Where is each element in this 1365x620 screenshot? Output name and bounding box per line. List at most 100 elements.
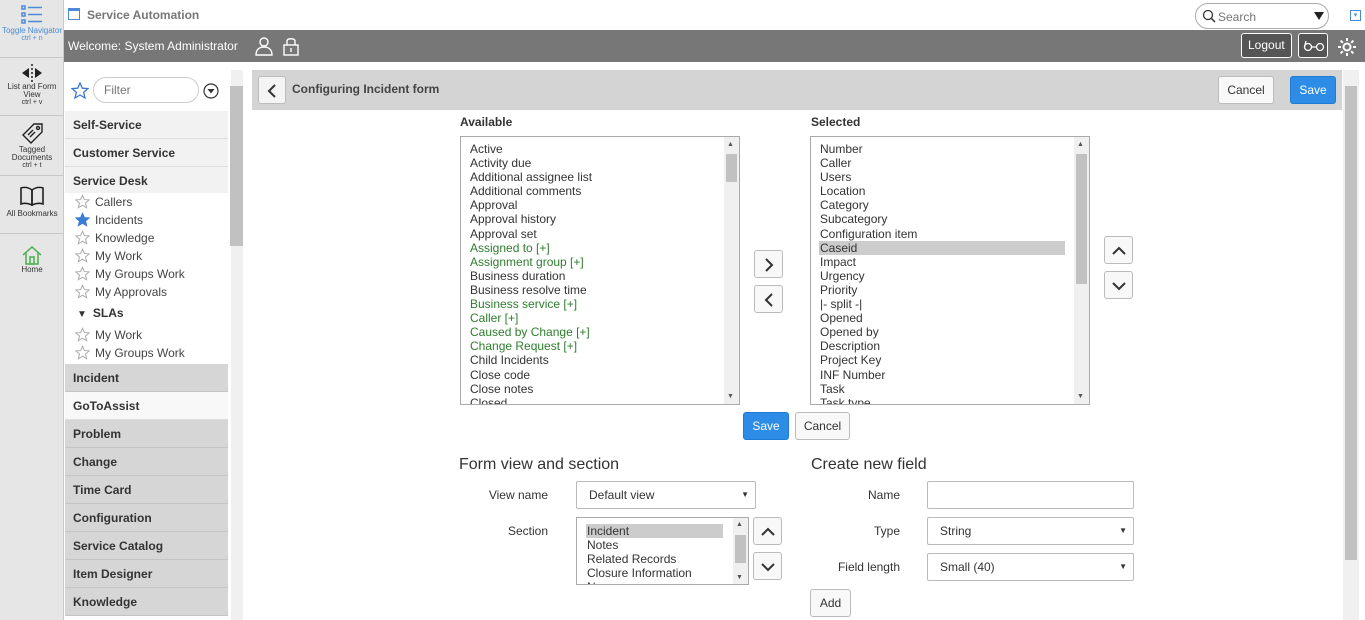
- nav-section-gotoassist[interactable]: GoToAssist: [65, 392, 228, 420]
- main-scrollbar-thumb[interactable]: [1345, 86, 1357, 560]
- chevron-down-icon[interactable]: [1314, 12, 1324, 20]
- list-option[interactable]: Task type: [820, 396, 1065, 404]
- scrollbar-thumb[interactable]: [726, 154, 737, 182]
- nav-section-service-desk[interactable]: Service Desk: [65, 167, 228, 195]
- scroll-up-arrow-icon[interactable]: ▲: [1077, 141, 1084, 148]
- list-form-view-button[interactable]: List and Form View ctrl + v: [0, 58, 64, 116]
- scrollbar-thumb[interactable]: [1076, 154, 1087, 284]
- cancel-button[interactable]: Cancel: [795, 412, 850, 440]
- list-option[interactable]: Opened by: [820, 325, 1065, 339]
- tagged-documents-button[interactable]: Tagged Documents ctrl + t: [0, 116, 64, 176]
- list-option[interactable]: Additional comments: [470, 184, 592, 198]
- move-field-up-button[interactable]: [1104, 236, 1133, 264]
- list-option[interactable]: Category: [820, 198, 1065, 212]
- list-option[interactable]: Approval history: [470, 212, 592, 226]
- star-filled-icon[interactable]: [75, 212, 90, 227]
- nav-item-my-groups-work[interactable]: My Groups Work: [65, 265, 228, 283]
- star-outline-icon[interactable]: [75, 327, 90, 342]
- impersonate-button[interactable]: [1298, 33, 1328, 58]
- nav-item-incidents[interactable]: Incidents: [65, 211, 228, 229]
- list-option[interactable]: Approval set: [470, 227, 592, 241]
- list-option[interactable]: Project Key: [820, 353, 1065, 367]
- list-option[interactable]: Business duration: [470, 269, 592, 283]
- star-outline-icon[interactable]: [75, 266, 90, 281]
- nav-section-item-designer[interactable]: Item Designer: [65, 560, 228, 588]
- star-outline-icon[interactable]: [75, 194, 90, 209]
- list-option[interactable]: Close notes: [470, 382, 592, 396]
- move-field-down-button[interactable]: [1104, 271, 1133, 299]
- move-section-up-button[interactable]: [753, 517, 782, 545]
- toggle-navigator-button[interactable]: Toggle Navigator ctrl + n: [0, 0, 64, 58]
- nav-section-knowledge[interactable]: Knowledge: [65, 588, 228, 616]
- list-option[interactable]: Incident: [586, 524, 723, 539]
- list-option[interactable]: Approval: [470, 198, 592, 212]
- list-option[interactable]: |- split -|: [820, 297, 1065, 311]
- scroll-down-arrow-icon[interactable]: ▼: [736, 574, 743, 581]
- selected-list-scrollbar[interactable]: ▲ ▼: [1074, 137, 1089, 404]
- all-bookmarks-button[interactable]: All Bookmarks: [0, 176, 64, 234]
- navigator-filter-input[interactable]: [93, 77, 199, 103]
- remove-field-button[interactable]: [754, 285, 783, 313]
- list-option[interactable]: Assigned to [+]: [470, 241, 592, 255]
- nav-item-sla-my-groups-work[interactable]: My Groups Work: [65, 344, 228, 362]
- nav-item-my-approvals[interactable]: My Approvals: [65, 283, 228, 301]
- nav-section-self-service[interactable]: Self-Service: [65, 111, 228, 139]
- global-search[interactable]: [1195, 3, 1329, 29]
- nav-section-problem[interactable]: Problem: [65, 420, 228, 448]
- list-option[interactable]: Priority: [820, 283, 1065, 297]
- scroll-down-arrow-icon[interactable]: ▼: [727, 393, 734, 400]
- list-option[interactable]: Caseid: [819, 240, 1065, 255]
- available-fields-list[interactable]: Active Activity due Additional assignee li…: [460, 136, 740, 405]
- list-option[interactable]: Business resolve time: [470, 283, 592, 297]
- list-option[interactable]: Child Incidents: [470, 353, 592, 367]
- list-option[interactable]: Number: [820, 142, 1065, 156]
- field-name-input[interactable]: [927, 481, 1134, 509]
- list-option[interactable]: Caller: [820, 156, 1065, 170]
- user-icon[interactable]: [254, 36, 274, 56]
- list-option[interactable]: Change Request [+]: [470, 339, 592, 353]
- field-length-select[interactable]: Small (40) ▼: [927, 553, 1134, 581]
- list-option[interactable]: New: [587, 580, 723, 584]
- nav-item-sla-my-work[interactable]: My Work: [65, 326, 228, 344]
- list-option[interactable]: Activity due: [470, 156, 592, 170]
- section-list[interactable]: Incident Notes Related Records Closure Info…: [576, 517, 749, 585]
- list-option[interactable]: Additional assignee list: [470, 170, 592, 184]
- list-option[interactable]: Description: [820, 339, 1065, 353]
- star-outline-icon[interactable]: [75, 248, 90, 263]
- add-field-submit-button[interactable]: Add: [810, 589, 851, 617]
- nav-item-knowledge[interactable]: Knowledge: [65, 229, 228, 247]
- lock-icon[interactable]: [282, 36, 300, 56]
- logout-button[interactable]: Logout: [1241, 33, 1292, 58]
- available-list-scrollbar[interactable]: ▲ ▼: [724, 137, 739, 404]
- star-outline-icon[interactable]: [75, 284, 90, 299]
- home-button[interactable]: Home: [0, 234, 64, 286]
- header-cancel-button[interactable]: Cancel: [1218, 76, 1274, 104]
- scrollbar-thumb[interactable]: [735, 535, 746, 563]
- list-option[interactable]: Opened: [820, 311, 1065, 325]
- list-option[interactable]: Related Records: [587, 552, 723, 566]
- star-outline-icon[interactable]: [75, 345, 90, 360]
- favorites-star-icon[interactable]: [71, 82, 89, 99]
- nav-section-customer-service[interactable]: Customer Service: [65, 139, 228, 167]
- nav-item-my-work[interactable]: My Work: [65, 247, 228, 265]
- scroll-up-arrow-icon[interactable]: ▲: [727, 141, 734, 148]
- list-option[interactable]: Caused by Change [+]: [470, 325, 592, 339]
- list-option[interactable]: Closed: [470, 396, 592, 404]
- add-field-button[interactable]: [754, 250, 783, 278]
- list-option[interactable]: Task: [820, 382, 1065, 396]
- list-option[interactable]: Subcategory: [820, 212, 1065, 226]
- scroll-up-arrow-icon[interactable]: ▲: [736, 521, 743, 528]
- header-save-button[interactable]: Save: [1290, 76, 1336, 104]
- nav-subsection-slas[interactable]: ▼ SLAs: [65, 303, 228, 323]
- list-option[interactable]: Close code: [470, 368, 592, 382]
- field-type-select[interactable]: String ▼: [927, 517, 1134, 545]
- star-outline-icon[interactable]: [75, 230, 90, 245]
- scroll-down-arrow-icon[interactable]: ▼: [1077, 393, 1084, 400]
- nav-section-incident[interactable]: Incident: [65, 364, 228, 392]
- list-option[interactable]: Notes: [587, 538, 723, 552]
- list-option[interactable]: Active: [470, 142, 592, 156]
- list-option[interactable]: Users: [820, 170, 1065, 184]
- list-option[interactable]: Location: [820, 184, 1065, 198]
- list-option[interactable]: Assignment group [+]: [470, 255, 592, 269]
- save-button[interactable]: Save: [743, 412, 789, 440]
